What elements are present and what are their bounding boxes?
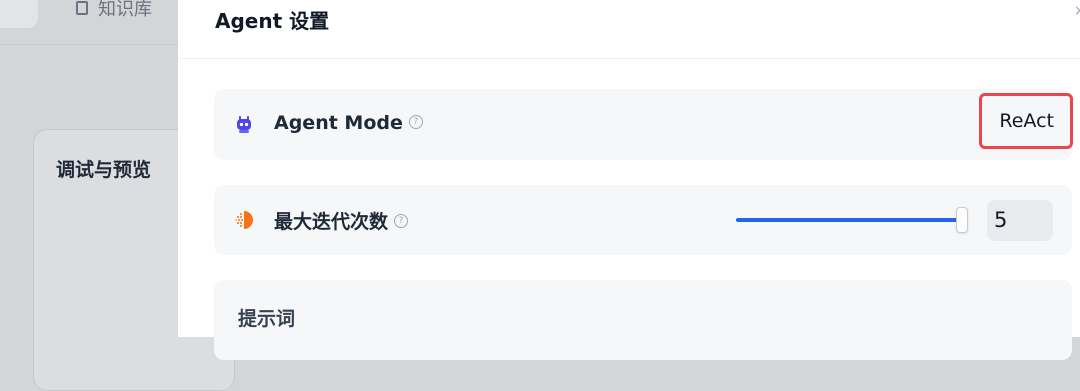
debug-preview-title: 调试与预览 [56,159,152,181]
knowledge-base-label: 知识库 [98,0,152,20]
slider-thumb[interactable] [956,207,968,233]
header-divider [0,44,180,45]
drawer-title: Agent 设置 [215,9,330,33]
max-iterations-input[interactable]: 5 [987,200,1053,241]
help-icon[interactable]: ? [408,114,423,129]
knowledge-base-tab[interactable]: 知识库 [76,0,152,20]
help-icon[interactable]: ? [394,213,409,228]
drawer-divider [178,58,1080,59]
book-icon [76,1,88,15]
agent-mode-row: Agent Mode? ReAct [214,89,1073,160]
slider-fill [736,218,962,222]
prompt-section: 提示词 [214,280,1072,360]
iteration-icon [235,211,253,229]
agent-settings-drawer: Agent 设置 × Agent Mode? ReAct 最大迭代次数 ? 5 … [178,0,1080,360]
prompt-label: 提示词 [238,308,296,330]
agent-mode-select[interactable]: ReAct [979,93,1073,149]
model-selector-button[interactable]: ⌄ [0,0,38,28]
agent-mode-value: ReAct [999,110,1054,132]
max-iterations-slider[interactable] [736,207,968,233]
close-icon[interactable]: × [1074,4,1080,18]
max-iterations-label: 最大迭代次数? [274,207,409,234]
robot-icon [237,116,251,133]
max-iterations-row: 最大迭代次数? 5 [214,185,1072,255]
agent-mode-label: Agent Mode? [274,112,423,134]
